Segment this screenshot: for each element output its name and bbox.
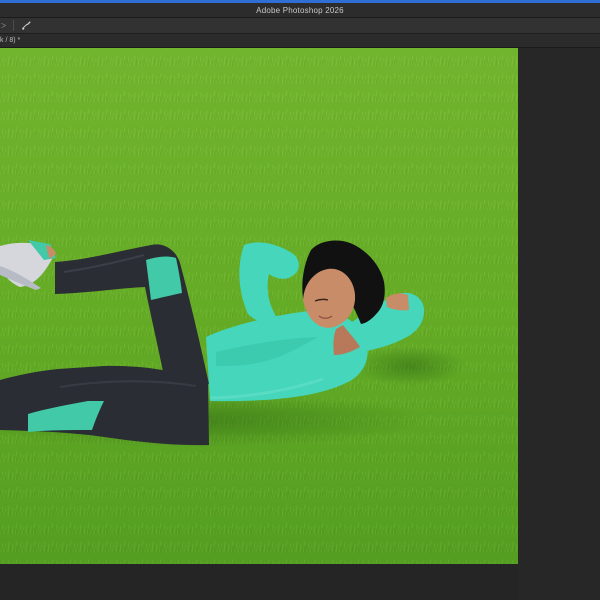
tool-preset-label[interactable]: ᐳ [0,22,11,30]
bottom-pasteboard [0,564,518,600]
brush-pressure-icon[interactable] [20,20,32,32]
document-tabbar: k / 8) * [0,34,600,48]
workspace-area[interactable] [0,48,600,600]
window-titlebar: Adobe Photoshop 2026 [0,3,600,18]
options-toolbar: ᐳ [0,18,600,34]
image-canvas[interactable] [0,48,518,564]
document-tab[interactable]: k / 8) * [0,37,20,44]
window-title: Adobe Photoshop 2026 [256,5,344,15]
right-pasteboard [518,48,600,600]
photoshop-window: Adobe Photoshop 2026 ᐳ k / 8) * [0,0,600,600]
canvas-image [0,48,518,564]
toolbar-separator [13,20,14,31]
